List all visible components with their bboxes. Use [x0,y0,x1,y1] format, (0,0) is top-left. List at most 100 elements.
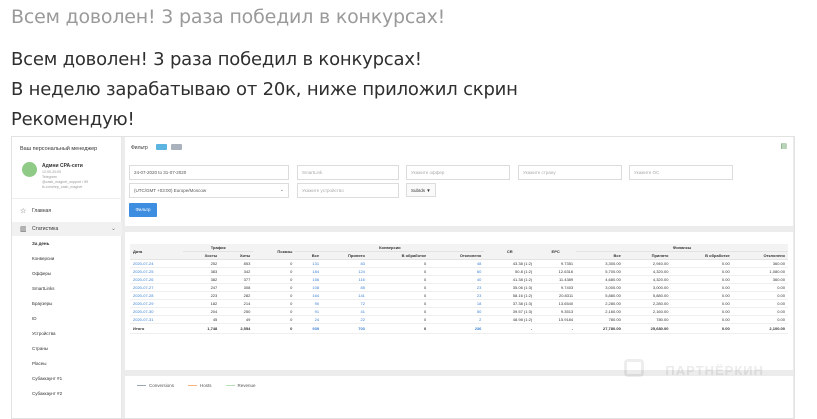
col-conv-pending[interactable]: В обработке [367,251,430,260]
smartlink-input[interactable]: SmartLink [297,165,399,180]
table-cell[interactable]: 184 [295,267,323,276]
sidebar-sub-browsers[interactable]: Браузеры [32,301,52,306]
table-cell[interactable]: 40 [429,275,485,284]
country-input[interactable]: Укажите страну [518,165,622,180]
table-cell[interactable]: 156 [295,275,323,284]
timezone-select[interactable]: (UTC/GMT +03:00) Europe/Moscow ⌄ [129,183,289,198]
apply-filter-button[interactable]: Фильтр [129,203,157,217]
col-fin-accepted[interactable]: Принято [623,251,672,260]
table-cell[interactable]: 85 [322,283,368,292]
table-row: 2020-07-25 383 342 0 184 124 0 60 50.8 (1:2) 12.6… [130,267,788,276]
table-cell[interactable]: 18 [429,299,485,308]
table-cell: 214 [220,299,254,308]
table-cell: 4,680.00 [576,275,624,284]
table-cell: 2,160.00 [576,307,624,316]
table-cell: 0.00 [732,291,788,300]
table-cell[interactable]: 2020-07-31 [130,315,183,324]
legend-item-revenue[interactable]: Revenue [225,383,256,388]
sidebar-sub-subaccount-2[interactable]: Субаккаунт #2 [32,391,62,396]
table-cell[interactable]: 22 [322,315,368,324]
col-conv-all[interactable]: Все [295,251,323,260]
table-cell: 2,280.00 [623,299,672,308]
table-cell[interactable]: 2020-07-28 [130,291,183,300]
table-cell[interactable]: 23 [429,291,485,300]
sidebar-sub-smartlinks[interactable]: SmartLinks [32,286,55,291]
table-cell: 43.38 (1:2) [484,259,536,268]
table-cell[interactable]: 91 [295,307,323,316]
table-cell: 0.00 [671,275,733,284]
sidebar-sub-countries[interactable]: Страны [32,346,48,351]
table-cell[interactable]: 116 [322,275,368,284]
sidebar-sub-id[interactable]: ID [32,316,37,321]
table-cell[interactable]: 124 [322,267,368,276]
col-conv-rejected[interactable]: Отклонено [429,251,485,260]
sidebar-sub-devices[interactable]: Устройства [32,331,56,336]
legend-item-hosts[interactable]: Hosts [188,383,212,388]
col-shows[interactable]: Показы [253,244,296,260]
device-input[interactable]: Укажите устройство [297,183,399,198]
table-cell[interactable]: 50 [429,307,485,316]
table-cell[interactable]: 2020-07-30 [130,307,183,316]
total-cell: Итого [130,323,183,334]
col-fin-all[interactable]: Все [576,251,624,260]
col-date[interactable]: Дата [130,244,183,260]
table-cell[interactable]: 60 [429,267,485,276]
legend-item-conversions[interactable]: Conversions [137,383,174,388]
col-conv-accepted[interactable]: Принято [322,251,368,260]
table-cell[interactable]: 131 [295,259,323,268]
manager-link[interactable]: tk.com/rep_cash_magnet [42,185,82,189]
filter-chip[interactable] [171,144,182,150]
table-cell[interactable]: 2020-07-25 [130,267,183,276]
sidebar-item-home[interactable]: ☆ Главная [12,204,122,218]
sidebar-sub-conversions[interactable]: Конверсии [32,256,54,261]
table-cell: 377 [220,275,254,284]
watermark: ПАРТНЁРКИН [665,363,764,378]
dashboard-screenshot: Ваш персональный менеджер Адмни CPA-сети… [11,136,795,419]
offer-input[interactable]: Укажите оффер [406,165,510,180]
col-hits[interactable]: Хиты [220,251,254,260]
manager-name: Адмни CPA-сети [42,163,83,169]
table-cell: 0.00 [671,283,733,292]
stats-table-body: 2020-07-24 252 853 0 131 83 0 48 43.38 (1:2) 9.73… [130,259,788,334]
sidebar-sub-offers[interactable]: Офферы [32,271,51,276]
review-title: Всем доволен! 3 раза победил в конкурсах… [11,6,446,28]
os-input[interactable]: Укажите ОС [629,165,733,180]
table-cell[interactable]: 41 [322,307,368,316]
subids-button[interactable]: SubIds ▼ [406,183,436,197]
col-fin-rejected[interactable]: Отклонено [732,251,788,260]
table-cell[interactable]: 83 [322,259,368,268]
filter-chip[interactable] [156,144,167,150]
sidebar-item-stats[interactable]: ▥ Статистика ⌄ [12,222,122,236]
totals-row: Итого 1,748 2,554 0 939 703 0 236- -27,780.00 25,… [130,323,788,334]
col-epc[interactable]: EPC [535,244,577,260]
table-cell: 0.00 [671,291,733,300]
table-cell[interactable]: 23 [429,283,485,292]
table-cell: 0 [253,307,296,316]
date-range-input[interactable]: 24-07-2020 to 31-07-2020 [129,165,289,180]
table-cell[interactable]: 141 [322,291,368,300]
table-cell[interactable]: 2020-07-29 [130,299,183,308]
sidebar-sub-daily[interactable]: За день [32,241,49,246]
table-cell[interactable]: 24 [295,315,323,324]
total-cell: 1,748 [183,323,221,334]
table-cell[interactable]: 2020-07-24 [130,259,183,268]
table-cell[interactable]: 164 [295,291,323,300]
table-cell[interactable]: 2020-07-26 [130,275,183,284]
table-cell[interactable]: 90 [295,299,323,308]
table-cell[interactable]: 2 [429,315,485,324]
table-cell[interactable]: 72 [322,299,368,308]
export-icon[interactable]: ▤ [780,142,787,150]
col-fin-pending[interactable]: В обработке [671,251,733,260]
col-hosts[interactable]: Хосты [183,251,221,260]
manager-contact[interactable]: @cash_magnet_support / 89 [42,180,88,184]
col-cr[interactable]: CR [484,244,536,260]
table-cell[interactable]: 2020-07-27 [130,283,183,292]
timezone-value: (UTC/GMT +03:00) Europe/Moscow [134,188,207,193]
chevron-down-icon: ⌄ [110,226,116,232]
table-cell: 2,160.00 [623,307,672,316]
table-cell[interactable]: 48 [429,259,485,268]
sidebar-sub-subaccount-1[interactable]: Субаккаунт #1 [32,376,62,381]
table-cell[interactable]: 108 [295,283,323,292]
table-cell: 1,080.00 [732,267,788,276]
sidebar-sub-places[interactable]: Placeы [32,361,47,366]
